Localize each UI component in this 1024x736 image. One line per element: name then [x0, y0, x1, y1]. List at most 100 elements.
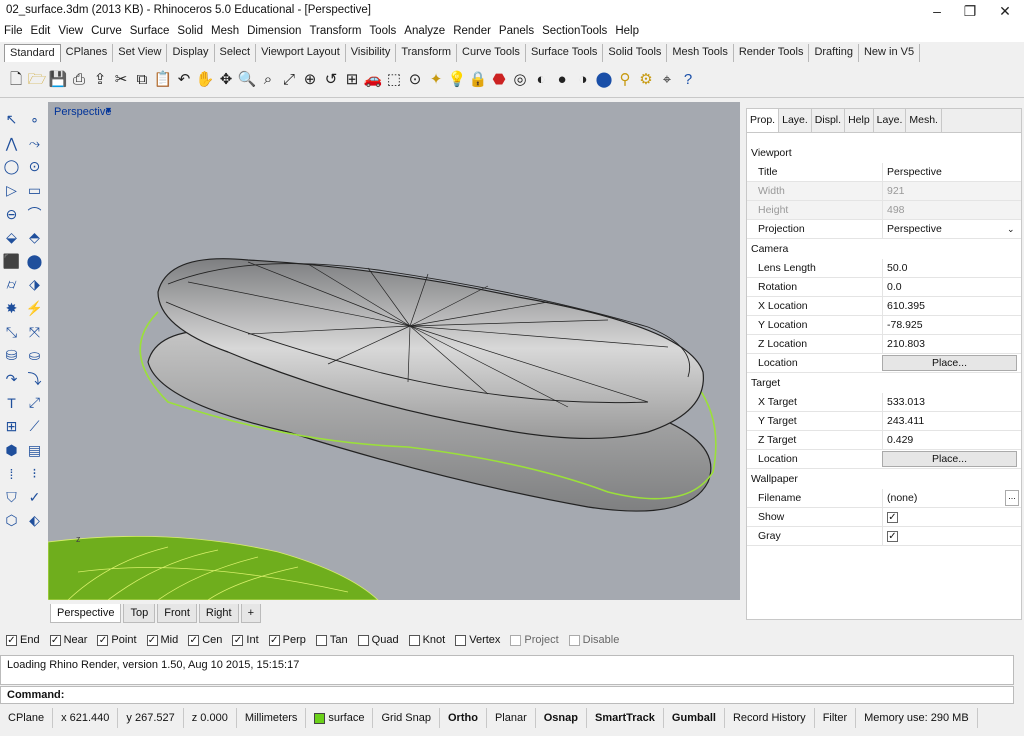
prop-filename[interactable]: Filename (none)... [747, 489, 1021, 508]
render-sphere-icon[interactable]: ⬤ [594, 69, 614, 91]
prop-y-location[interactable]: Y Location -78.925 [747, 316, 1021, 335]
rotate-view-icon[interactable]: ✥ [216, 69, 236, 91]
tab-viewport-layout[interactable]: Viewport Layout [256, 44, 346, 62]
arc-icon[interactable]: ⊖ [6, 206, 18, 223]
triangle-icon[interactable]: ▷ [6, 182, 17, 199]
vp-tab-top[interactable]: Top [123, 603, 156, 623]
target-place-button[interactable]: Place... [882, 451, 1017, 467]
split-icon[interactable]: ⁝ [32, 465, 36, 482]
car-icon[interactable]: 🚗 [363, 69, 383, 91]
prop-z-target[interactable]: Z Target 0.429 [747, 431, 1021, 450]
paint-icon[interactable]: ⬖ [29, 512, 40, 529]
panel-tab-layers[interactable]: Laye. [779, 109, 812, 132]
status-gridsnap[interactable]: Grid Snap [373, 708, 440, 728]
prop-x-target[interactable]: X Target 533.013 [747, 393, 1021, 412]
tab-set-view[interactable]: Set View [113, 44, 168, 62]
osnap-vertex[interactable]: Vertex [455, 634, 500, 646]
color-wheel-icon[interactable]: ◎ [510, 69, 530, 91]
dimension-tool-icon[interactable]: ⤢ [29, 394, 40, 411]
paste-icon[interactable]: 📋 [153, 69, 173, 91]
status-smarttrack[interactable]: SmartTrack [587, 708, 664, 728]
gray-checkbox[interactable]: ✓ [887, 531, 898, 542]
tab-surface-tools[interactable]: Surface Tools [526, 44, 604, 62]
prop-show[interactable]: Show ✓ [747, 508, 1021, 527]
check-icon[interactable]: ✓ [29, 489, 41, 506]
zoom-extents-icon[interactable]: ⤢ [279, 69, 299, 91]
status-osnap[interactable]: Osnap [536, 708, 587, 728]
vp-tab-front[interactable]: Front [157, 603, 197, 623]
osnap-perp[interactable]: ✓ Perp [268, 634, 306, 646]
text-icon[interactable]: T [7, 395, 16, 411]
menu-sectiontools[interactable]: SectionTools [538, 22, 611, 42]
wireframe-sphere-icon[interactable]: ◐ [531, 69, 551, 91]
prop-x-location[interactable]: X Location 610.395 [747, 297, 1021, 316]
trim-icon[interactable]: ⟋ [30, 418, 40, 435]
zoom-selected-icon[interactable]: ⊕ [300, 69, 320, 91]
show-checkbox[interactable]: ✓ [887, 512, 898, 523]
prop-rotation[interactable]: Rotation 0.0 [747, 278, 1021, 297]
undo-icon[interactable]: ↶ [174, 69, 194, 91]
menu-edit[interactable]: Edit [27, 22, 55, 42]
status-layer[interactable]: surface [306, 708, 374, 728]
osnap-cen[interactable]: ✓ Cen [188, 634, 222, 646]
status-filter[interactable]: Filter [815, 708, 857, 728]
panel-tab-properties[interactable]: Prop. [747, 109, 780, 132]
new-file-icon[interactable]: 🗋 [6, 69, 26, 91]
surface-patch-icon[interactable]: ⬙ [6, 229, 17, 246]
prop-title[interactable]: Title Perspective [747, 163, 1021, 182]
boolean-icon[interactable]: ✸ [6, 300, 18, 317]
menu-transform[interactable]: Transform [305, 22, 365, 42]
osnap-near[interactable]: ✓ Near [49, 634, 87, 646]
import-icon[interactable]: ⇪ [90, 69, 110, 91]
menu-tools[interactable]: Tools [365, 22, 400, 42]
point-icon[interactable]: ✦ [426, 69, 446, 91]
circle-center-icon[interactable]: ⊙ [29, 158, 41, 175]
osnap-tan[interactable]: Tan [315, 634, 348, 646]
panel-tab-help[interactable]: Help [845, 109, 874, 132]
rectangle-icon[interactable]: ▭ [28, 182, 41, 199]
tab-display[interactable]: Display [167, 44, 215, 62]
scale-icon[interactable]: ⤧ [29, 324, 40, 341]
status-cplane[interactable]: CPlane [0, 708, 54, 728]
circle-icon[interactable]: ◯ [4, 158, 20, 175]
prop-y-target[interactable]: Y Target 243.411 [747, 412, 1021, 431]
panel-tab-layers-2[interactable]: Laye. [874, 109, 907, 132]
osnap-point[interactable]: ✓ Point [97, 634, 137, 646]
sphere-icon[interactable]: ⬤ [27, 253, 43, 270]
copy-icon[interactable]: ⧉ [132, 69, 152, 91]
grid-icon[interactable]: ⁞ [10, 466, 14, 482]
vp-tab-perspective[interactable]: Perspective [50, 603, 122, 623]
perspective-viewport[interactable]: z Perspective ▼ [48, 102, 740, 600]
minimize-button[interactable]: – [922, 1, 952, 21]
tab-solid-tools[interactable]: Solid Tools [603, 44, 668, 62]
tab-select[interactable]: Select [215, 44, 257, 62]
point-icon[interactable]: ∘ [30, 111, 39, 128]
fillet-icon[interactable]: ⌒ [28, 204, 42, 224]
tab-curve-tools[interactable]: Curve Tools [457, 44, 526, 62]
tab-transform[interactable]: Transform [396, 44, 458, 62]
lock-icon[interactable]: 🔒 [468, 69, 488, 91]
menu-panels[interactable]: Panels [495, 22, 538, 42]
mirror-icon[interactable]: ⤵ [28, 369, 42, 389]
tab-drafting[interactable]: Drafting [809, 44, 859, 62]
projection-dropdown-chevron-icon[interactable]: ⌄ [1007, 220, 1021, 238]
status-units[interactable]: Millimeters [237, 708, 307, 728]
prop-lens-length[interactable]: Lens Length 50.0 [747, 259, 1021, 278]
light-icon[interactable]: 💡 [447, 69, 467, 91]
polyline-icon[interactable]: ⋀ [6, 135, 17, 152]
lightning-icon[interactable]: ⚡ [26, 300, 43, 317]
render-tool-icon[interactable]: ⛉ [6, 489, 17, 506]
shaded-sphere-icon[interactable]: ● [552, 69, 572, 91]
tab-mesh-tools[interactable]: Mesh Tools [667, 44, 734, 62]
solid-box-icon[interactable]: ⬢ [5, 442, 17, 459]
menu-dimension[interactable]: Dimension [243, 22, 305, 42]
analyze-icon[interactable]: ⌖ [657, 69, 677, 91]
help-icon[interactable]: ? [678, 69, 698, 91]
rendered-sphere-icon[interactable]: ◑ [573, 69, 593, 91]
cut-icon[interactable]: ✂ [111, 69, 131, 91]
extrude-icon[interactable]: ⬘ [29, 229, 40, 246]
osnap-knot[interactable]: Knot [408, 634, 445, 646]
prop-gray[interactable]: Gray ✓ [747, 527, 1021, 546]
osnap-project[interactable]: Project [510, 634, 559, 646]
status-planar[interactable]: Planar [487, 708, 536, 728]
